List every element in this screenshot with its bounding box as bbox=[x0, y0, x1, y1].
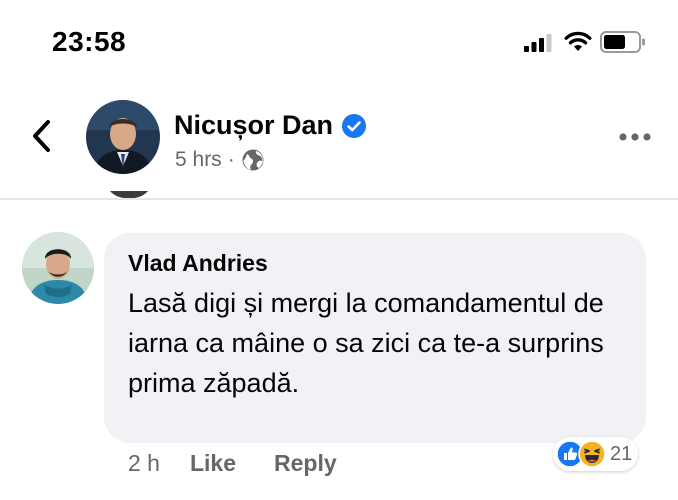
battery-icon bbox=[600, 31, 645, 53]
cellular-signal-icon bbox=[524, 34, 552, 52]
more-options-icon[interactable] bbox=[618, 132, 652, 142]
reaction-summary[interactable]: 21 bbox=[553, 437, 639, 471]
author-name-row: Nicușor Dan bbox=[174, 110, 367, 141]
post-time[interactable]: 5 hrs bbox=[175, 148, 222, 172]
haha-reaction-icon bbox=[578, 440, 606, 468]
reaction-count: 21 bbox=[610, 442, 633, 465]
comment-time[interactable]: 2 h bbox=[128, 450, 160, 477]
wifi-icon bbox=[564, 31, 592, 51]
back-arrow-icon[interactable] bbox=[28, 118, 56, 154]
comment-bubble: Vlad Andries Lasă digi și mergi la coman… bbox=[104, 233, 646, 443]
post-author-name[interactable]: Nicușor Dan bbox=[174, 110, 333, 141]
globe-icon bbox=[242, 149, 264, 171]
post-header: Nicușor Dan 5 hrs · bbox=[0, 90, 678, 198]
commenter-name[interactable]: Vlad Andries bbox=[128, 249, 624, 277]
previous-item-edge bbox=[110, 190, 148, 202]
meta-separator: · bbox=[227, 148, 235, 171]
commenter-avatar[interactable] bbox=[22, 232, 94, 304]
status-bar: 23:58 bbox=[0, 0, 678, 90]
header-divider bbox=[0, 198, 678, 200]
comment-text: Lasă digi și mergi la comandamentul de i… bbox=[128, 288, 604, 398]
post-meta: 5 hrs · bbox=[175, 148, 265, 172]
status-time: 23:58 bbox=[52, 26, 127, 57]
reply-button[interactable]: Reply bbox=[274, 450, 337, 477]
verified-badge-icon bbox=[342, 113, 367, 138]
comment-actions: 2 h Like Reply bbox=[128, 450, 375, 477]
like-button[interactable]: Like bbox=[190, 450, 236, 477]
author-avatar[interactable] bbox=[86, 100, 160, 174]
